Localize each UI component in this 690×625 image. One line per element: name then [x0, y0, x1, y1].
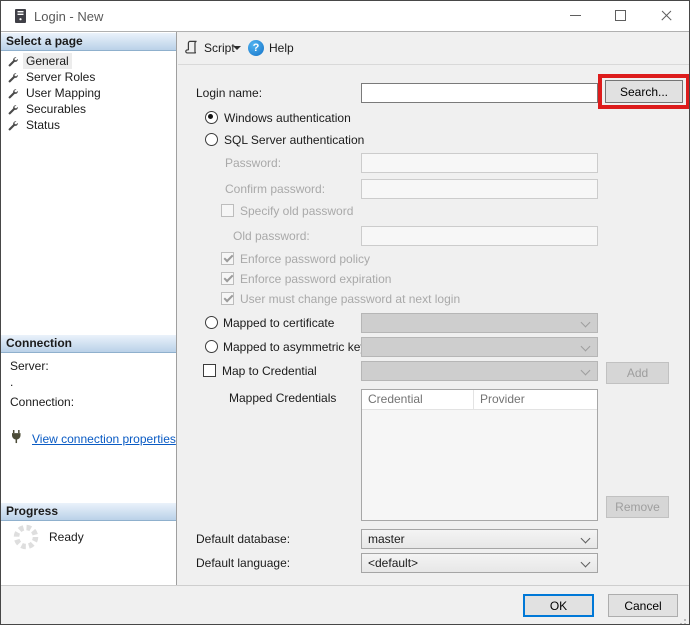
credential-column-header[interactable]: Credential: [362, 390, 474, 409]
wrench-icon: [8, 72, 18, 82]
footer-divider: [1, 585, 689, 586]
sidebar-item-status[interactable]: Status: [7, 117, 63, 133]
script-label: Script: [204, 40, 235, 55]
toolbar: Script ? Help: [178, 32, 689, 65]
resize-grip[interactable]: [684, 619, 686, 621]
wrench-icon: [8, 104, 18, 114]
default-language-label: Default language:: [196, 556, 291, 570]
table-header-row: Credential Provider: [362, 390, 597, 410]
server-value: .: [10, 375, 14, 389]
sidebar-item-server-roles[interactable]: Server Roles: [7, 69, 98, 85]
connection-plug-icon: [9, 429, 24, 447]
close-button[interactable]: [649, 1, 683, 30]
password-input: [361, 153, 598, 173]
connection-header: Connection: [1, 335, 176, 353]
chevron-down-icon: [233, 45, 241, 50]
connection-label: Connection:: [10, 395, 75, 409]
add-button: Add: [606, 362, 669, 384]
enforce-policy-checkbox: [221, 252, 234, 265]
mapped-credentials-label: Mapped Credentials: [229, 391, 337, 405]
maximize-button[interactable]: [603, 1, 637, 30]
sidebar-item-label: General: [23, 53, 72, 69]
ok-button[interactable]: OK: [523, 594, 594, 617]
login-new-dialog: Login - New Select a page General Server…: [0, 0, 690, 625]
windows-auth-radio[interactable]: [205, 111, 218, 124]
default-database-value: master: [368, 532, 405, 546]
chevron-down-icon: [580, 341, 591, 352]
minimize-icon: [570, 15, 581, 16]
script-button[interactable]: Script: [184, 32, 235, 63]
window-title: Login - New: [34, 9, 104, 24]
chevron-down-icon: [580, 557, 591, 568]
server-label: Server:: [10, 359, 49, 373]
help-label: Help: [269, 40, 294, 55]
sidebar: Select a page General Server Roles User …: [1, 32, 177, 585]
provider-column-header[interactable]: Provider: [474, 390, 525, 409]
mapped-certificate-radio[interactable]: [205, 316, 218, 329]
progress-header: Progress: [1, 503, 176, 521]
enforce-expiration-checkbox: [221, 272, 234, 285]
confirm-password-input: [361, 179, 598, 199]
default-language-value: <default>: [368, 556, 419, 570]
specify-old-password-label: Specify old password: [240, 204, 354, 218]
mapped-asymmetric-radio[interactable]: [205, 340, 218, 353]
help-icon: ?: [248, 39, 264, 56]
password-label: Password:: [225, 156, 282, 170]
title-bar: Login - New: [1, 1, 689, 32]
specify-old-password-checkbox: [221, 204, 234, 217]
chevron-down-icon: [580, 533, 591, 544]
sidebar-item-general[interactable]: General: [7, 53, 72, 69]
credential-dropdown: [361, 361, 598, 381]
enforce-policy-label: Enforce password policy: [240, 252, 371, 266]
progress-spinner-icon: [12, 523, 40, 554]
enforce-expiration-label: Enforce password expiration: [240, 272, 392, 286]
windows-auth-label: Windows authentication: [224, 111, 351, 125]
asymmetric-key-dropdown: [361, 337, 598, 357]
mapped-credentials-table: Credential Provider: [361, 389, 598, 521]
select-a-page-header: Select a page: [1, 33, 176, 51]
must-change-password-label: User must change password at next login: [240, 292, 461, 306]
script-dropdown-button[interactable]: [233, 32, 241, 63]
login-name-input[interactable]: [361, 83, 598, 103]
sidebar-item-user-mapping[interactable]: User Mapping: [7, 85, 104, 101]
map-credential-label: Map to Credential: [222, 364, 317, 378]
sidebar-item-label: Securables: [26, 102, 87, 116]
confirm-password-label: Confirm password:: [225, 182, 326, 196]
script-icon: [185, 40, 197, 54]
server-app-icon: [14, 8, 27, 27]
minimize-button[interactable]: [558, 1, 592, 30]
wrench-icon: [8, 56, 18, 66]
help-button[interactable]: ? Help: [248, 32, 294, 63]
default-database-label: Default database:: [196, 532, 291, 546]
view-connection-properties-link[interactable]: View connection properties: [32, 432, 176, 446]
sql-auth-radio[interactable]: [205, 133, 218, 146]
old-password-input: [361, 226, 598, 246]
sql-auth-label: SQL Server authentication: [224, 133, 365, 147]
remove-button: Remove: [606, 496, 669, 518]
progress-status: Ready: [49, 530, 84, 544]
maximize-icon: [615, 10, 626, 21]
must-change-password-checkbox: [221, 292, 234, 305]
map-credential-checkbox[interactable]: [203, 364, 216, 377]
default-database-dropdown[interactable]: master: [361, 529, 598, 549]
default-language-dropdown[interactable]: <default>: [361, 553, 598, 573]
cancel-button[interactable]: Cancel: [608, 594, 678, 617]
wrench-icon: [8, 88, 18, 98]
sidebar-item-label: User Mapping: [26, 86, 101, 100]
sidebar-item-label: Server Roles: [26, 70, 96, 84]
login-name-label: Login name:: [196, 86, 263, 100]
wrench-icon: [8, 120, 18, 130]
mapped-certificate-label: Mapped to certificate: [223, 316, 335, 330]
chevron-down-icon: [580, 317, 591, 328]
sidebar-item-securables[interactable]: Securables: [7, 101, 89, 117]
old-password-label: Old password:: [233, 229, 310, 243]
sidebar-item-label: Status: [26, 118, 61, 132]
search-button[interactable]: Search...: [605, 80, 683, 103]
mapped-asymmetric-label: Mapped to asymmetric key: [223, 340, 367, 354]
chevron-down-icon: [580, 365, 591, 376]
certificate-dropdown: [361, 313, 598, 333]
